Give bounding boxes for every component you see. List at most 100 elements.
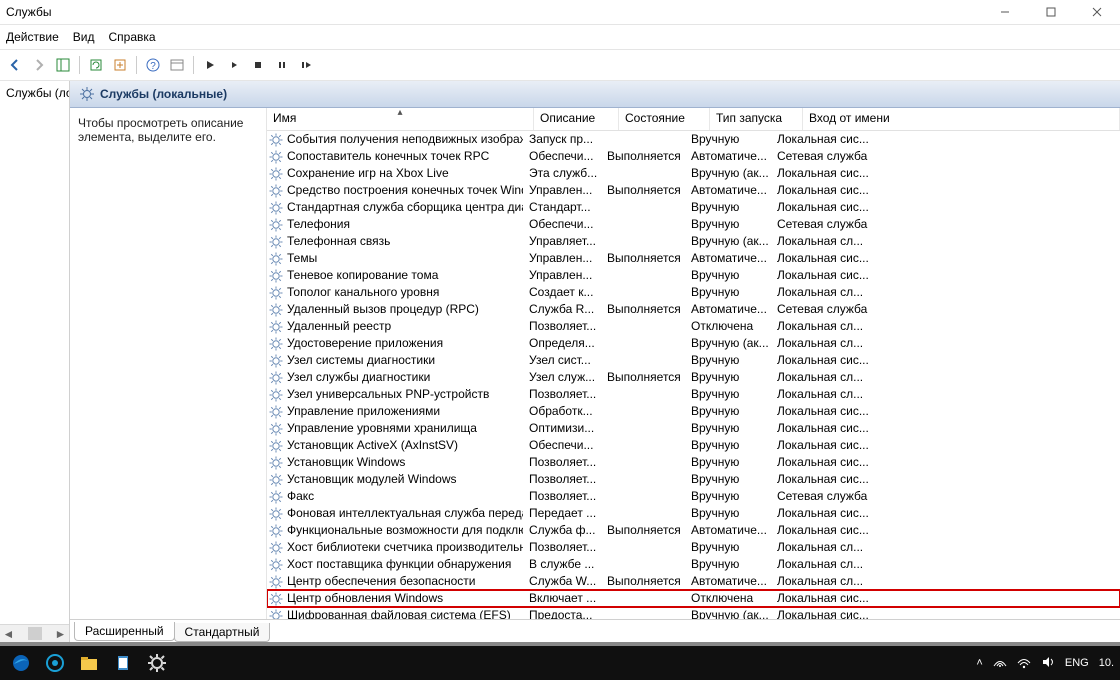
menu-action[interactable]: Действие	[6, 30, 59, 44]
service-state	[601, 556, 685, 573]
service-row[interactable]: Сопоставитель конечных точек RPCОбеспечи…	[267, 148, 1120, 165]
toolbar-separator	[136, 56, 137, 74]
service-row[interactable]: Удаленный реестрПозволяет...ОтключенаЛок…	[267, 318, 1120, 335]
play-small-button[interactable]	[223, 54, 245, 76]
scroll-left-icon[interactable]: ◄	[0, 625, 17, 642]
service-logon: Локальная сис...	[771, 165, 1120, 182]
service-startup: Автоматиче...	[685, 573, 771, 590]
tab-extended[interactable]: Расширенный	[74, 622, 175, 641]
service-row[interactable]: Управление уровнями хранилищаОптимизи...…	[267, 420, 1120, 437]
service-row[interactable]: ФаксПозволяет...ВручнуюСетевая служба	[267, 488, 1120, 505]
refresh-button[interactable]	[85, 54, 107, 76]
maximize-button[interactable]	[1028, 0, 1074, 24]
service-row[interactable]: ТелефонияОбеспечи...ВручнуюСетевая служб…	[267, 216, 1120, 233]
service-row[interactable]: Хост поставщика функции обнаруженияВ слу…	[267, 556, 1120, 573]
tray-network-icon[interactable]	[993, 655, 1007, 672]
taskbar-app-icon[interactable]	[40, 648, 70, 678]
column-name[interactable]: ▴ Имя	[267, 108, 534, 130]
export-list-button[interactable]	[109, 54, 131, 76]
forward-button[interactable]	[28, 54, 50, 76]
navigation-tree[interactable]: Службы (локальные) ◄ ►	[0, 81, 70, 642]
service-row[interactable]: Установщик WindowsПозволяет...ВручнуюЛок…	[267, 454, 1120, 471]
service-description: Определя...	[523, 335, 601, 352]
taskbar-document-icon[interactable]	[108, 648, 138, 678]
pause-service-button[interactable]	[271, 54, 293, 76]
taskbar-edge-icon[interactable]	[6, 648, 36, 678]
service-description: Позволяет...	[523, 386, 601, 403]
service-row[interactable]: Удаленный вызов процедур (RPC)Служба R..…	[267, 301, 1120, 318]
service-row[interactable]: Узел универсальных PNP-устройствПозволяе…	[267, 386, 1120, 403]
service-name: Факс	[287, 488, 314, 505]
menu-view[interactable]: Вид	[73, 30, 95, 44]
service-row[interactable]: Центр обеспечения безопасностиСлужба W..…	[267, 573, 1120, 590]
column-startup[interactable]: Тип запуска	[710, 108, 803, 130]
service-state	[601, 233, 685, 250]
taskbar-services-icon[interactable]	[142, 648, 172, 678]
service-logon: Локальная сис...	[771, 607, 1120, 619]
minimize-button[interactable]	[982, 0, 1028, 24]
nav-item-services-local[interactable]: Службы (локальные)	[4, 85, 69, 101]
properties-button[interactable]	[166, 54, 188, 76]
tray-wifi-icon[interactable]	[1017, 655, 1031, 672]
scroll-thumb[interactable]	[28, 627, 42, 640]
description-text: Чтобы просмотреть описание элемента, выд…	[78, 116, 243, 144]
scroll-right-icon[interactable]: ►	[52, 625, 69, 642]
service-logon: Локальная сл...	[771, 284, 1120, 301]
service-row[interactable]: ТемыУправлен...ВыполняетсяАвтоматиче...Л…	[267, 250, 1120, 267]
service-name: Удостоверение приложения	[287, 335, 443, 352]
service-row[interactable]: Функциональные возможности для подключе.…	[267, 522, 1120, 539]
service-state: Выполняется	[601, 369, 685, 386]
service-logon: Сетевая служба	[771, 148, 1120, 165]
tab-standard[interactable]: Стандартный	[174, 623, 271, 642]
service-row[interactable]: Средство построения конечных точек Windo…	[267, 182, 1120, 199]
service-description: Управляет...	[523, 233, 601, 250]
tray-language[interactable]: ENG	[1065, 657, 1089, 669]
tray-up-icon[interactable]: ˄	[976, 657, 982, 669]
service-row[interactable]: События получения неподвижных изображени…	[267, 131, 1120, 148]
service-state: Выполняется	[601, 250, 685, 267]
service-row[interactable]: Центр обновления WindowsВключает ...Откл…	[267, 590, 1120, 607]
tray-volume-icon[interactable]	[1041, 655, 1055, 672]
service-row[interactable]: Шифрованная файловая система (EFS)Предос…	[267, 607, 1120, 619]
service-row[interactable]: Фоновая интеллектуальная служба передачи…	[267, 505, 1120, 522]
service-state: Выполняется	[601, 148, 685, 165]
start-service-button[interactable]	[199, 54, 221, 76]
taskbar-explorer-icon[interactable]	[74, 648, 104, 678]
show-hide-tree-button[interactable]	[52, 54, 74, 76]
service-row[interactable]: Узел службы диагностикиУзел служ...Выпол…	[267, 369, 1120, 386]
service-list[interactable]: События получения неподвижных изображени…	[267, 131, 1120, 619]
service-row[interactable]: Удостоверение приложенияОпределя...Вручн…	[267, 335, 1120, 352]
help-button[interactable]: ?	[142, 54, 164, 76]
service-description: Запуск пр...	[523, 131, 601, 148]
service-row[interactable]: Тополог канального уровняСоздает к...Вру…	[267, 284, 1120, 301]
service-row[interactable]: Узел системы диагностикиУзел сист...Вруч…	[267, 352, 1120, 369]
back-button[interactable]	[4, 54, 26, 76]
service-state	[601, 267, 685, 284]
menu-help[interactable]: Справка	[108, 30, 155, 44]
service-description: Управлен...	[523, 267, 601, 284]
tray-time[interactable]: 10.	[1099, 657, 1114, 669]
service-startup: Вручную	[685, 420, 771, 437]
service-name: Удаленный реестр	[287, 318, 391, 335]
service-row[interactable]: Установщик модулей WindowsПозволяет...Вр…	[267, 471, 1120, 488]
service-startup: Вручную	[685, 352, 771, 369]
service-row[interactable]: Сохранение игр на Xbox LiveЭта служб...В…	[267, 165, 1120, 182]
column-state[interactable]: Состояние	[619, 108, 710, 130]
service-row[interactable]: Хост библиотеки счетчика производительно…	[267, 539, 1120, 556]
nav-horizontal-scrollbar[interactable]: ◄ ►	[0, 624, 69, 642]
service-gear-icon	[269, 507, 283, 521]
service-name: Сохранение игр на Xbox Live	[287, 165, 449, 182]
service-row[interactable]: Управление приложениямиОбработк...Вручну…	[267, 403, 1120, 420]
service-gear-icon	[269, 456, 283, 470]
restart-service-button[interactable]	[295, 54, 317, 76]
close-button[interactable]	[1074, 0, 1120, 24]
service-row[interactable]: Стандартная служба сборщика центра диагн…	[267, 199, 1120, 216]
service-row[interactable]: Телефонная связьУправляет...Вручную (ак.…	[267, 233, 1120, 250]
column-logon[interactable]: Вход от имени	[803, 108, 1120, 130]
service-row[interactable]: Установщик ActiveX (AxInstSV)Обеспечи...…	[267, 437, 1120, 454]
service-gear-icon	[269, 167, 283, 181]
service-row[interactable]: Теневое копирование томаУправлен...Вручн…	[267, 267, 1120, 284]
service-gear-icon	[269, 439, 283, 453]
column-description[interactable]: Описание	[534, 108, 619, 130]
stop-service-button[interactable]	[247, 54, 269, 76]
